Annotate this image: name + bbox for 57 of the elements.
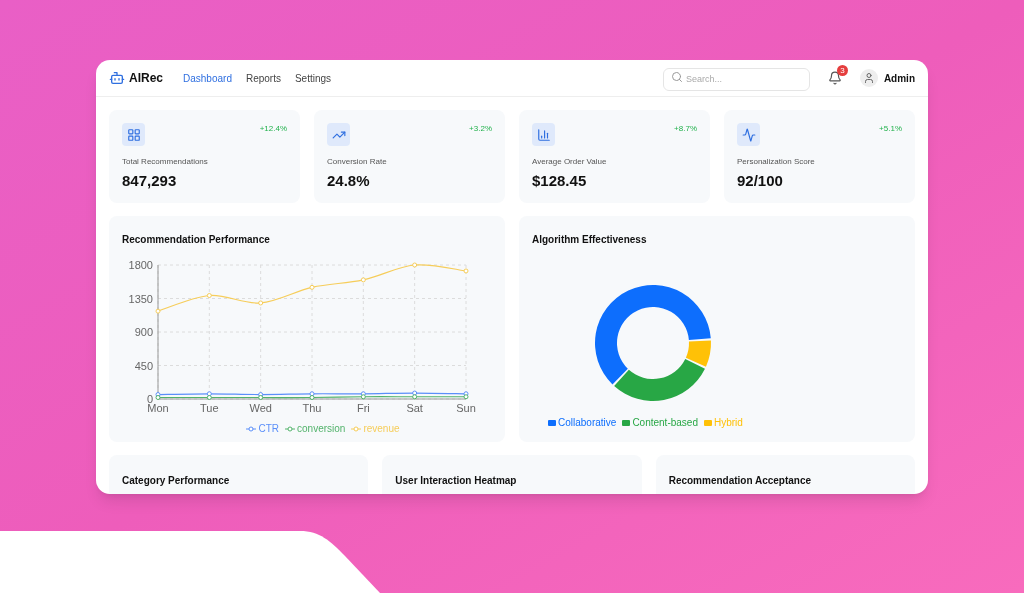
nav-link[interactable]: Reports (245, 70, 281, 86)
axis-tick-label: 0 (146, 393, 153, 405)
legend-label: Collaborative (558, 416, 617, 430)
robot-logo-icon (109, 70, 125, 86)
card-title: User Interaction Heatmap (395, 475, 517, 486)
legend-label: CTR (258, 422, 280, 436)
app-name: AIRec (129, 70, 163, 87)
axis-tick-label: 1800 (128, 259, 153, 271)
legend-line-icon (285, 425, 296, 432)
legend-line-icon (351, 425, 362, 432)
axis-tick-label: Wed (249, 402, 272, 414)
user-name: Admin (883, 71, 915, 86)
search-field[interactable]: Search... (662, 67, 810, 91)
card-title: Recommendation Performance (122, 233, 271, 247)
stat-label: Personalization Score (737, 156, 816, 168)
user-icon (862, 72, 875, 84)
axis-tick-label: Sun (456, 402, 476, 414)
change-text: +12.4% (259, 123, 287, 135)
card-title: Recommendation Acceptance (668, 475, 812, 486)
axis-tick-label: 450 (134, 359, 153, 372)
data-point (258, 300, 264, 306)
axis-tick-label: Mon (147, 402, 169, 414)
legend-label: Content-based (632, 416, 698, 430)
stat-value: 24.8% (327, 171, 371, 191)
bell-icon (827, 71, 842, 85)
stat-label: Total Recommendations (122, 156, 209, 168)
data-point (412, 262, 418, 268)
legend-label: Hybrid (714, 416, 743, 430)
nav-link[interactable]: Settings (294, 70, 332, 86)
change-text: +3.2% (469, 123, 492, 135)
stat-label: Conversion Rate (327, 156, 388, 168)
axis-tick-label: Tue (200, 402, 219, 414)
legend-label: revenue (363, 422, 400, 436)
card-title: Category Performance (122, 475, 230, 486)
stat-label: Average Order Value (532, 156, 608, 168)
user-avatar[interactable] (859, 69, 878, 87)
search-icon (670, 71, 683, 84)
axis-tick-label: 900 (134, 326, 153, 338)
data-point (155, 308, 161, 314)
card-title: Algorithm Effectiveness (532, 233, 648, 247)
axis-tick-label: Sat (406, 402, 423, 414)
notification-badge: 3 (836, 65, 848, 76)
legend-line-icon (246, 425, 257, 432)
axis-tick-label: Fri (356, 402, 370, 414)
legend-label: conversion (297, 422, 346, 436)
data-point (360, 277, 366, 283)
data-point (309, 284, 315, 290)
stat-value: $128.45 (532, 171, 588, 191)
data-point (463, 268, 469, 274)
change-text: +5.1% (879, 123, 902, 135)
change-text: +8.7% (674, 123, 697, 135)
axis-tick-label: Thu (302, 402, 322, 414)
data-point (206, 293, 212, 298)
nav-link[interactable]: Dashboard (183, 70, 232, 86)
stat-value: 92/100 (737, 171, 784, 191)
stat-value: 847,293 (122, 171, 178, 191)
axis-tick-label: 1350 (128, 292, 153, 305)
